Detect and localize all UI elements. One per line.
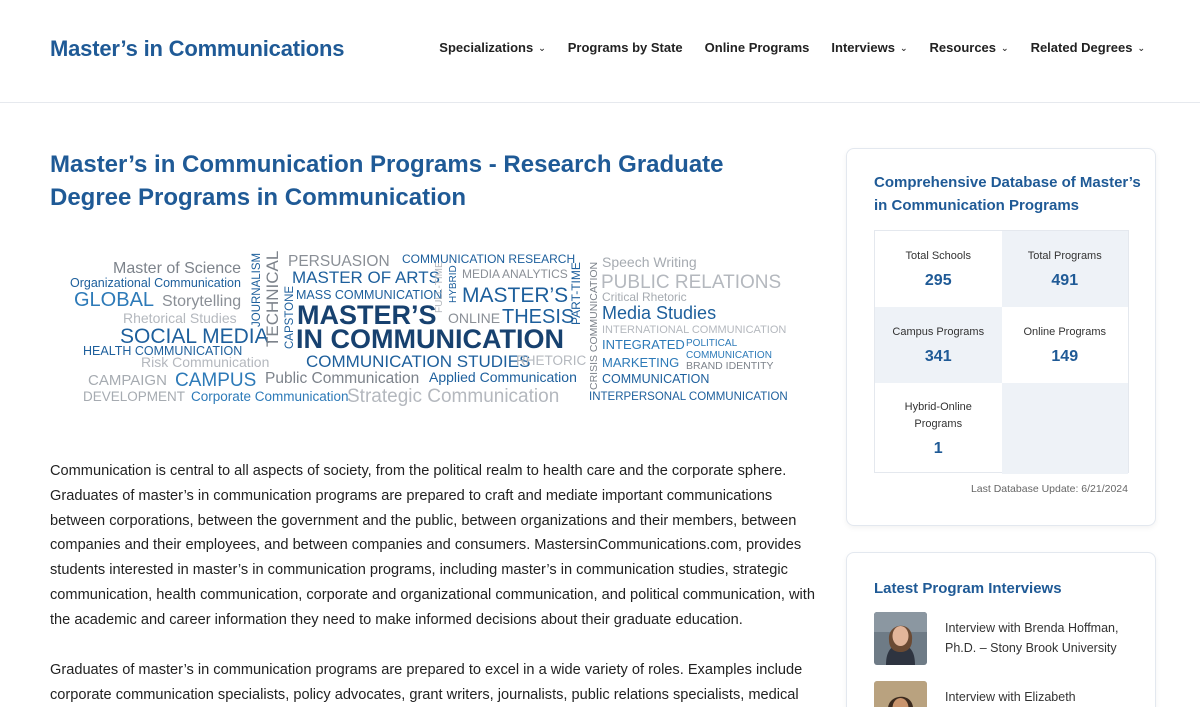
nav-online-programs[interactable]: Online Programs bbox=[694, 40, 821, 55]
stat-label: Total Programs bbox=[1027, 250, 1102, 262]
wc-communication: COMMUNICATION bbox=[602, 372, 709, 386]
wc-rhetorical: Rhetorical Studies bbox=[123, 310, 237, 326]
wc-brand-identity: BRAND IDENTITY bbox=[686, 360, 774, 372]
interviewee-photo[interactable] bbox=[874, 612, 927, 665]
wc-political: POLITICAL bbox=[686, 338, 738, 349]
chevron-down-icon: ⌄ bbox=[1001, 43, 1009, 53]
stat-label: Hybrid-Online Programs bbox=[904, 401, 972, 430]
wc-risk-comm: Risk Communication bbox=[141, 354, 269, 370]
nav-related-degrees[interactable]: Related Degrees ⌄ bbox=[1020, 40, 1156, 55]
program-stats-grid: Total Schools 295 Total Programs 491 Cam… bbox=[874, 230, 1129, 474]
wc-critical-rhetoric: Critical Rhetoric bbox=[602, 290, 687, 304]
wc-part-time: PART-TIME bbox=[569, 262, 583, 325]
interview-item[interactable]: Interview with Elizabeth Robertson Horns… bbox=[874, 681, 1135, 707]
database-card-title: Comprehensive Database of Master’s in Co… bbox=[874, 174, 1141, 214]
wc-full-time: FULL-TIME bbox=[434, 261, 445, 313]
nav-programs-by-state[interactable]: Programs by State bbox=[557, 40, 694, 55]
interview-link[interactable]: Interview with Elizabeth Robertson Horns… bbox=[945, 688, 1135, 707]
intro-paragraph: Communication is central to all aspects … bbox=[50, 463, 815, 628]
database-last-update: Last Database Update: 6/21/2024 bbox=[970, 483, 1128, 495]
wc-journalism: JOURNALISM bbox=[251, 253, 263, 327]
stat-label: Campus Programs bbox=[892, 326, 985, 338]
nav-specializations[interactable]: Specializations ⌄ bbox=[428, 40, 556, 55]
stat-label: Total Schools bbox=[905, 250, 971, 262]
program-database-card: Comprehensive Database of Master’s in Co… bbox=[846, 148, 1156, 526]
wc-master-of-science: Master of Science bbox=[113, 260, 241, 277]
nav-label: Programs by State bbox=[567, 40, 683, 55]
site-logo[interactable]: Master’s in Communications bbox=[50, 36, 345, 62]
wc-rhetoric: RHETORIC bbox=[516, 353, 587, 368]
interviewee-photo[interactable] bbox=[874, 681, 927, 707]
nav-label: Interviews bbox=[831, 40, 895, 55]
roles-paragraph: Graduates of master’s in communication p… bbox=[50, 662, 803, 703]
wc-hybrid: HYBRID bbox=[448, 265, 459, 303]
wc-masters-small: MASTER’S bbox=[462, 284, 568, 307]
wc-master-of-arts: MASTER OF ARTS bbox=[292, 268, 440, 287]
wc-thesis: THESIS bbox=[502, 306, 574, 328]
stat-value: 149 bbox=[1051, 348, 1079, 365]
communication-word-cloud-image: Master of Science Organizational Communi… bbox=[50, 245, 810, 415]
stat-campus-programs: Campus Programs 341 bbox=[875, 307, 1002, 383]
interview-item[interactable]: Interview with Brenda Hoffman, Ph.D. – S… bbox=[874, 612, 1135, 665]
chevron-down-icon: ⌄ bbox=[1137, 43, 1145, 53]
main-nav: Specializations ⌄ Programs by State Onli… bbox=[428, 40, 1156, 55]
site-header: Master’s in Communications Specializatio… bbox=[0, 0, 1200, 103]
nav-label: Specializations bbox=[439, 40, 534, 55]
page-title: Master’s in Communication Programs - Res… bbox=[50, 151, 724, 211]
wc-global: GLOBAL bbox=[74, 289, 154, 311]
nav-label: Online Programs bbox=[704, 40, 810, 55]
stat-empty-cell bbox=[1001, 383, 1128, 474]
nav-resources[interactable]: Resources ⌄ bbox=[919, 40, 1020, 55]
stat-label: Online Programs bbox=[1023, 326, 1107, 338]
wc-interpersonal: INTERPERSONAL COMMUNICATION bbox=[589, 391, 788, 403]
wc-comm-research: COMMUNICATION RESEARCH bbox=[402, 252, 575, 266]
wc-intl-comm: INTERNATIONAL COMMUNICATION bbox=[602, 324, 786, 336]
stat-value: 491 bbox=[1051, 272, 1079, 289]
wc-online: ONLINE bbox=[448, 310, 500, 326]
nav-label: Related Degrees bbox=[1030, 40, 1133, 55]
wc-capstone: CAPSTONE bbox=[284, 286, 296, 349]
interviews-card-title: Latest Program Interviews bbox=[874, 580, 1062, 597]
wc-integrated: INTEGRATED bbox=[602, 337, 685, 352]
wc-campaign: CAMPAIGN bbox=[88, 372, 167, 389]
wc-applied-comm: Applied Communication bbox=[429, 369, 577, 385]
stat-value: 341 bbox=[924, 348, 952, 365]
stat-total-schools: Total Schools 295 bbox=[875, 231, 1002, 307]
wc-corporate-comm: Corporate Communication bbox=[191, 389, 349, 404]
stat-value: 1 bbox=[933, 440, 943, 457]
wc-campus: CAMPUS bbox=[175, 370, 256, 391]
wc-crisis-comm: CRISIS COMMUNICATION bbox=[588, 262, 600, 390]
chevron-down-icon: ⌄ bbox=[899, 43, 908, 53]
wc-public-comm: Public Communication bbox=[265, 370, 419, 387]
wc-speech-writing: Speech Writing bbox=[602, 254, 697, 270]
wc-storytelling: Storytelling bbox=[162, 293, 241, 310]
wc-media-analytics: MEDIA ANALYTICS bbox=[462, 267, 568, 281]
stat-total-programs: Total Programs 491 bbox=[1001, 231, 1128, 307]
chevron-down-icon: ⌄ bbox=[538, 43, 546, 53]
stat-hybrid-online-programs: Hybrid-Online Programs 1 bbox=[875, 383, 1002, 474]
wc-org-comm: Organizational Communication bbox=[70, 276, 241, 290]
stat-online-programs: Online Programs 149 bbox=[1002, 307, 1129, 383]
wc-marketing: MARKETING bbox=[602, 355, 679, 370]
nav-interviews[interactable]: Interviews ⌄ bbox=[820, 40, 918, 55]
wc-strategic-comm: Strategic Communication bbox=[347, 386, 559, 407]
latest-interviews-card: Latest Program Interviews Interview with… bbox=[846, 552, 1156, 707]
nav-label: Resources bbox=[929, 40, 997, 55]
wc-development: DEVELOPMENT bbox=[83, 389, 185, 404]
wc-in-communication: IN COMMUNICATION bbox=[296, 324, 564, 354]
interview-link[interactable]: Interview with Brenda Hoffman, Ph.D. – S… bbox=[945, 619, 1135, 658]
wc-technical: TECHNICAL bbox=[263, 251, 282, 347]
stat-value: 295 bbox=[924, 272, 952, 289]
wc-media-studies: Media Studies bbox=[602, 303, 716, 323]
